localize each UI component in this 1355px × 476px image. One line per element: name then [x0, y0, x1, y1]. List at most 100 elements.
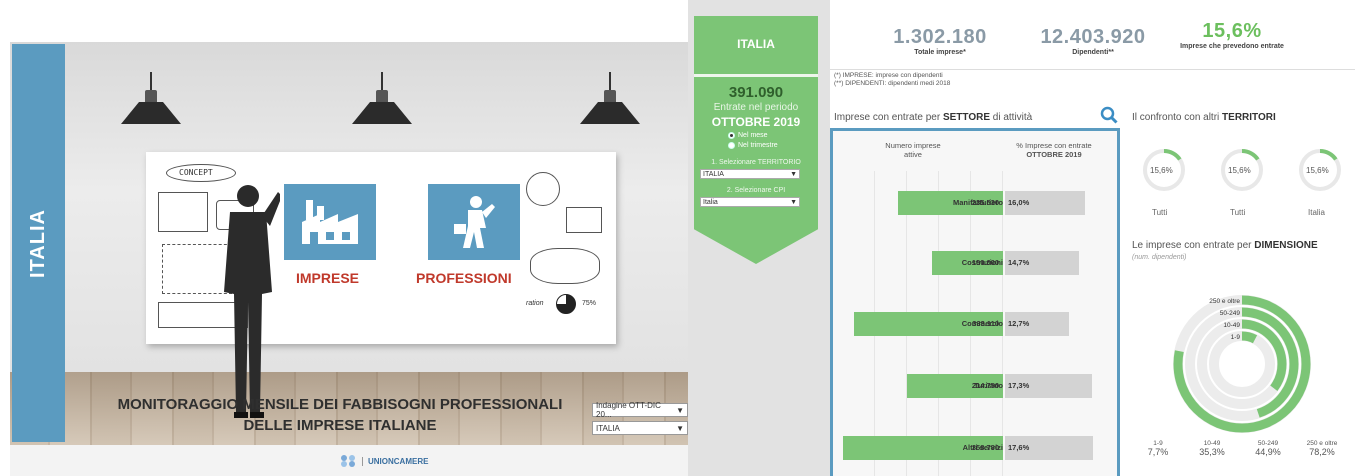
kpi-label: Imprese che prevedono entrate: [1180, 43, 1284, 50]
dashboard: ITALIA 391.090 Entrate nel periodo OTTOB…: [688, 0, 1355, 476]
sector-chart: Numero imprese attive % Imprese con entr…: [830, 128, 1120, 476]
bar-value-label: 17,6%: [1008, 443, 1030, 452]
bar-value-label: 17,3%: [1008, 381, 1030, 390]
main-title: MONITORAGGIO MENSILE DEI FABBISOGNI PROF…: [85, 394, 595, 436]
bar-percent-entrate[interactable]: 16,0%: [1005, 191, 1085, 215]
sector-label: Altri servizi: [962, 443, 1003, 452]
dim-value-percent: 7,7%: [1147, 447, 1169, 457]
unioncamere-logo-icon: [341, 455, 355, 467]
sector-row[interactable]: 160.000 14,7% Costruzioni: [833, 251, 1117, 275]
factory-icon: [302, 200, 358, 244]
doodle-circle: [526, 172, 560, 206]
imprese-label[interactable]: IMPRESE: [296, 270, 359, 286]
sector-label: Manifatturiero: [952, 198, 1003, 207]
bar-percent-entrate[interactable]: 14,7%: [1005, 251, 1079, 275]
period-label: OTTOBRE 2019: [711, 115, 801, 129]
main-title-line1: MONITORAGGIO MENSILE DEI FABBISOGNI PROF…: [117, 396, 563, 413]
bar-percent-entrate[interactable]: 17,6%: [1005, 436, 1093, 460]
doodle-map: [530, 248, 600, 284]
entrate-value: 391.090: [728, 84, 784, 101]
dim-value-category: 1-9: [1153, 440, 1163, 447]
bar-value-label: 12,7%: [1008, 319, 1030, 328]
col-header-numero: Numero imprese attive: [863, 141, 963, 159]
sector-label: Turismo: [973, 381, 1003, 390]
dim-value: 50-249 44,9%: [1248, 440, 1288, 457]
professioni-card[interactable]: [428, 184, 520, 260]
dim-value-category: 250 e oltre: [1306, 440, 1338, 447]
doodle-screen: [566, 207, 602, 233]
businessman-figure: [224, 185, 280, 418]
col-header-line: % Imprese con entrate: [1016, 141, 1092, 150]
kpi-value: 15,6%: [1202, 20, 1262, 42]
indagine-select[interactable]: Indagine OTT-DIC 20... ▼: [592, 401, 688, 419]
ring-label: 10-49: [1223, 322, 1240, 329]
footnotes: (*) IMPRESE: imprese con dipendenti (**)…: [834, 72, 950, 88]
radio-nel-trimestre[interactable]: Nel trimestre: [728, 142, 778, 149]
imprese-card[interactable]: [284, 184, 376, 260]
donut-percent: 15,6%: [1306, 166, 1329, 175]
bar-percent-entrate[interactable]: 12,7%: [1005, 312, 1069, 336]
col-header-percent: % Imprese con entrate OTTOBRE 2019: [999, 141, 1109, 159]
bar-value-label: 16,0%: [1008, 198, 1030, 207]
donut-territorio-label: Italia: [1308, 208, 1325, 217]
select-cpi[interactable]: Italia ▼: [700, 197, 800, 207]
professioni-label[interactable]: PROFESSIONI: [416, 270, 512, 286]
radio-nel-mese[interactable]: Nel mese: [728, 132, 768, 139]
ribbon-divider: [694, 74, 818, 77]
territori-panel: 15,6% Tutti 15,6% Tutti 15,6% Italia: [1130, 128, 1355, 232]
territorio-select[interactable]: ITALIA ▼: [592, 421, 688, 435]
title-bold: DIMENSIONE: [1254, 240, 1318, 251]
title-part: Le imprese con entrate per: [1132, 240, 1255, 251]
pie-doodle-icon: [556, 294, 576, 314]
territorio-select-value: ITALIA: [596, 423, 620, 433]
radio-checked-icon: [728, 132, 735, 139]
lamp-icon: [352, 72, 412, 132]
brand-name: UNIONCAMERE: [362, 456, 428, 466]
dim-value: 10-49 35,3%: [1192, 440, 1232, 457]
brand-logo: UNIONCAMERE: [340, 454, 428, 468]
sector-row[interactable]: 235.530 16,0% Manifatturiero: [833, 191, 1117, 215]
select-territorio[interactable]: ITALIA ▼: [700, 169, 800, 179]
territorio-strip: ITALIA: [12, 44, 65, 442]
kpi-row: 1.302.180 Totale imprese* 12.403.920 Dip…: [830, 8, 1355, 70]
sector-row[interactable]: 214.750 17,3% Turismo: [833, 374, 1117, 398]
col-header-line: OTTOBRE 2019: [1026, 150, 1082, 159]
kpi-value: 1.302.180: [893, 26, 987, 48]
donut-percent: 15,6%: [1228, 166, 1251, 175]
sector-section-title: Imprese con entrate per SETTORE di attiv…: [834, 112, 1032, 123]
caret-down-icon: ▼: [676, 423, 684, 433]
zoom-search-icon[interactable]: [1100, 106, 1118, 124]
caret-down-icon: ▼: [676, 405, 684, 415]
col-header-line: Numero imprese: [885, 141, 941, 150]
ring-label: 250 e oltre: [1209, 298, 1240, 305]
dashboard-sidebar: ITALIA 391.090 Entrate nel periodo OTTOB…: [688, 0, 830, 476]
lamp-icon: [121, 72, 181, 132]
title-part: Imprese con entrate per: [834, 112, 943, 123]
dim-section-title: Le imprese con entrate per DIMENSIONE: [1132, 240, 1318, 251]
footnote: (**) DIPENDENTI: dipendenti medi 2018: [834, 80, 951, 87]
territorio-strip-label: ITALIA: [27, 208, 50, 278]
bar-percent-entrate[interactable]: 17,3%: [1005, 374, 1092, 398]
title-bold: SETTORE: [942, 112, 990, 123]
bar-value-label: 14,7%: [1008, 258, 1030, 267]
dimensione-radial-chart: 1-9 10-49 50-249 250 e oltre: [1173, 295, 1311, 433]
sector-row[interactable]: 358.780 17,6% Altri servizi: [833, 436, 1117, 460]
sector-row[interactable]: 333.110 12,7% Commercio: [833, 312, 1117, 336]
title-part: Il confronto con altri: [1132, 112, 1223, 123]
main-title-line2: DELLE IMPRESE ITALIANE: [243, 417, 437, 434]
title-part: di attività: [990, 112, 1033, 123]
ring-track: [1209, 331, 1275, 397]
kpi-dipendenti: 12.403.920 Dipendenti**: [1018, 26, 1168, 56]
territori-section-title: Il confronto con altri TERRITORI: [1132, 112, 1276, 123]
landing-panel: CONCEPT ration 75% IMPRESE PROFESSIONI I…: [10, 42, 696, 476]
select-territorio-label: 1. Selezionare TERRITORIO: [711, 159, 801, 166]
dim-value-category: 10-49: [1203, 440, 1221, 447]
radio-label: Nel mese: [738, 132, 768, 139]
select-territorio-value: ITALIA: [703, 170, 724, 178]
doodle-cloud: CONCEPT: [166, 164, 236, 182]
ribbon-title: ITALIA: [737, 37, 775, 51]
kpi-value: 12.403.920: [1040, 26, 1146, 48]
entrate-label: Entrate nel periodo: [713, 102, 799, 113]
kpi-label: Dipendenti**: [1072, 49, 1114, 56]
lamp-icon: [580, 72, 640, 132]
